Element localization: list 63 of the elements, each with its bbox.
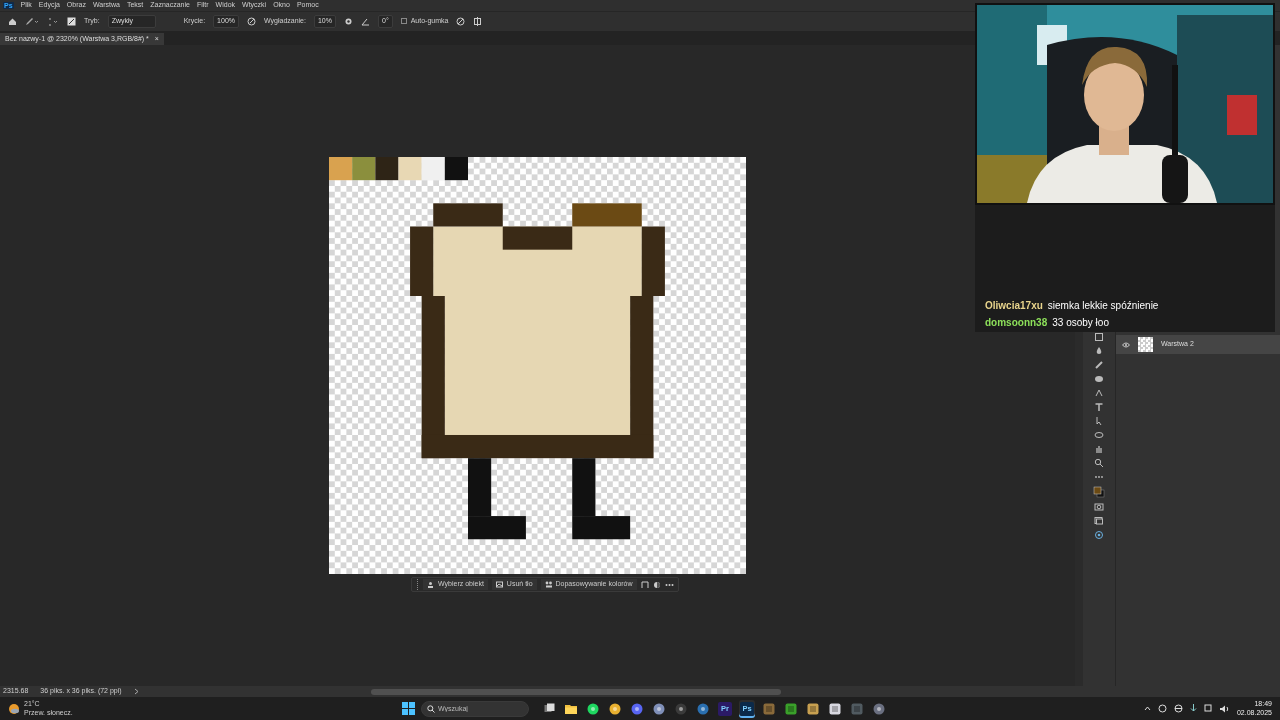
hand-tool-icon[interactable] [1094, 444, 1104, 454]
download-icon[interactable] [1189, 704, 1197, 713]
more-icon[interactable] [664, 582, 674, 587]
person-icon [427, 581, 434, 588]
expand-icon[interactable] [133, 688, 139, 695]
app-icon[interactable] [829, 702, 841, 715]
chat-username: domsoonn38 [985, 317, 1048, 329]
search-icon [427, 704, 435, 713]
chat-username: Oliwcia17xu [985, 300, 1043, 312]
ellipse-tool-icon[interactable] [1094, 430, 1104, 440]
angle-icon [361, 17, 370, 26]
palette-swatch [329, 157, 353, 181]
pressure-icon[interactable] [456, 17, 466, 26]
sun-cloud-icon[interactable] [8, 702, 20, 715]
transform-icon[interactable] [640, 580, 649, 589]
zoom-icon[interactable] [1094, 458, 1104, 468]
color-swatch-icon[interactable] [1093, 486, 1105, 498]
chat-message: siemka lekkie spóźnienie [1047, 300, 1159, 312]
layer-thumbnail [1138, 337, 1153, 352]
airbrush-icon[interactable] [247, 17, 256, 26]
brush-size-icon[interactable] [47, 16, 59, 27]
palette-swatch [398, 157, 422, 181]
palette-swatch [421, 157, 445, 181]
app-icon[interactable] [697, 702, 709, 715]
folder-icon[interactable] [565, 703, 577, 714]
gradient-tool-icon[interactable] [1094, 332, 1104, 342]
symmetry-icon[interactable] [473, 17, 483, 26]
scrollbar-thumb[interactable] [370, 688, 781, 695]
select-tool-icon[interactable] [1094, 416, 1104, 426]
app-icon[interactable] [785, 702, 797, 715]
auto-erase-checkbox[interactable] [400, 18, 407, 25]
settings-icon[interactable] [344, 17, 353, 26]
app-icon[interactable] [807, 702, 819, 715]
sponge-tool-icon[interactable] [1094, 374, 1104, 384]
app-icon[interactable] [675, 702, 687, 715]
grip-icon[interactable] [416, 578, 419, 591]
image-icon [495, 581, 503, 588]
app-icon[interactable] [631, 702, 643, 715]
mask-icon[interactable] [652, 580, 661, 589]
pencil-icon[interactable] [25, 17, 39, 26]
screen-mode-icon[interactable] [1094, 516, 1104, 526]
people-icon [544, 581, 552, 588]
task-view-icon[interactable] [543, 703, 555, 714]
palette-swatch [375, 157, 399, 181]
app-icon[interactable] [653, 702, 665, 715]
drop-tool-icon[interactable] [1094, 346, 1104, 356]
text-tool-icon[interactable] [1094, 402, 1104, 412]
brush-panel-icon[interactable] [67, 17, 76, 26]
app-icon[interactable] [873, 702, 885, 715]
quick-mask-icon[interactable] [1094, 502, 1104, 512]
globe-icon[interactable] [1173, 704, 1183, 713]
chevron-up-icon[interactable] [1143, 706, 1151, 711]
palette-swatch [352, 157, 376, 181]
home-icon[interactable] [8, 17, 17, 26]
app-icon[interactable] [587, 702, 599, 715]
chat-message: 33 osoby łoo [1052, 317, 1109, 329]
pen-tool-icon[interactable] [1094, 388, 1104, 398]
volume-icon[interactable] [1219, 704, 1230, 713]
brush-tool-icon[interactable] [1094, 360, 1104, 370]
eye-icon[interactable] [1122, 341, 1130, 348]
palette-swatch [444, 157, 468, 181]
windows-logo-icon[interactable] [402, 702, 415, 715]
app-icon[interactable] [609, 702, 621, 715]
